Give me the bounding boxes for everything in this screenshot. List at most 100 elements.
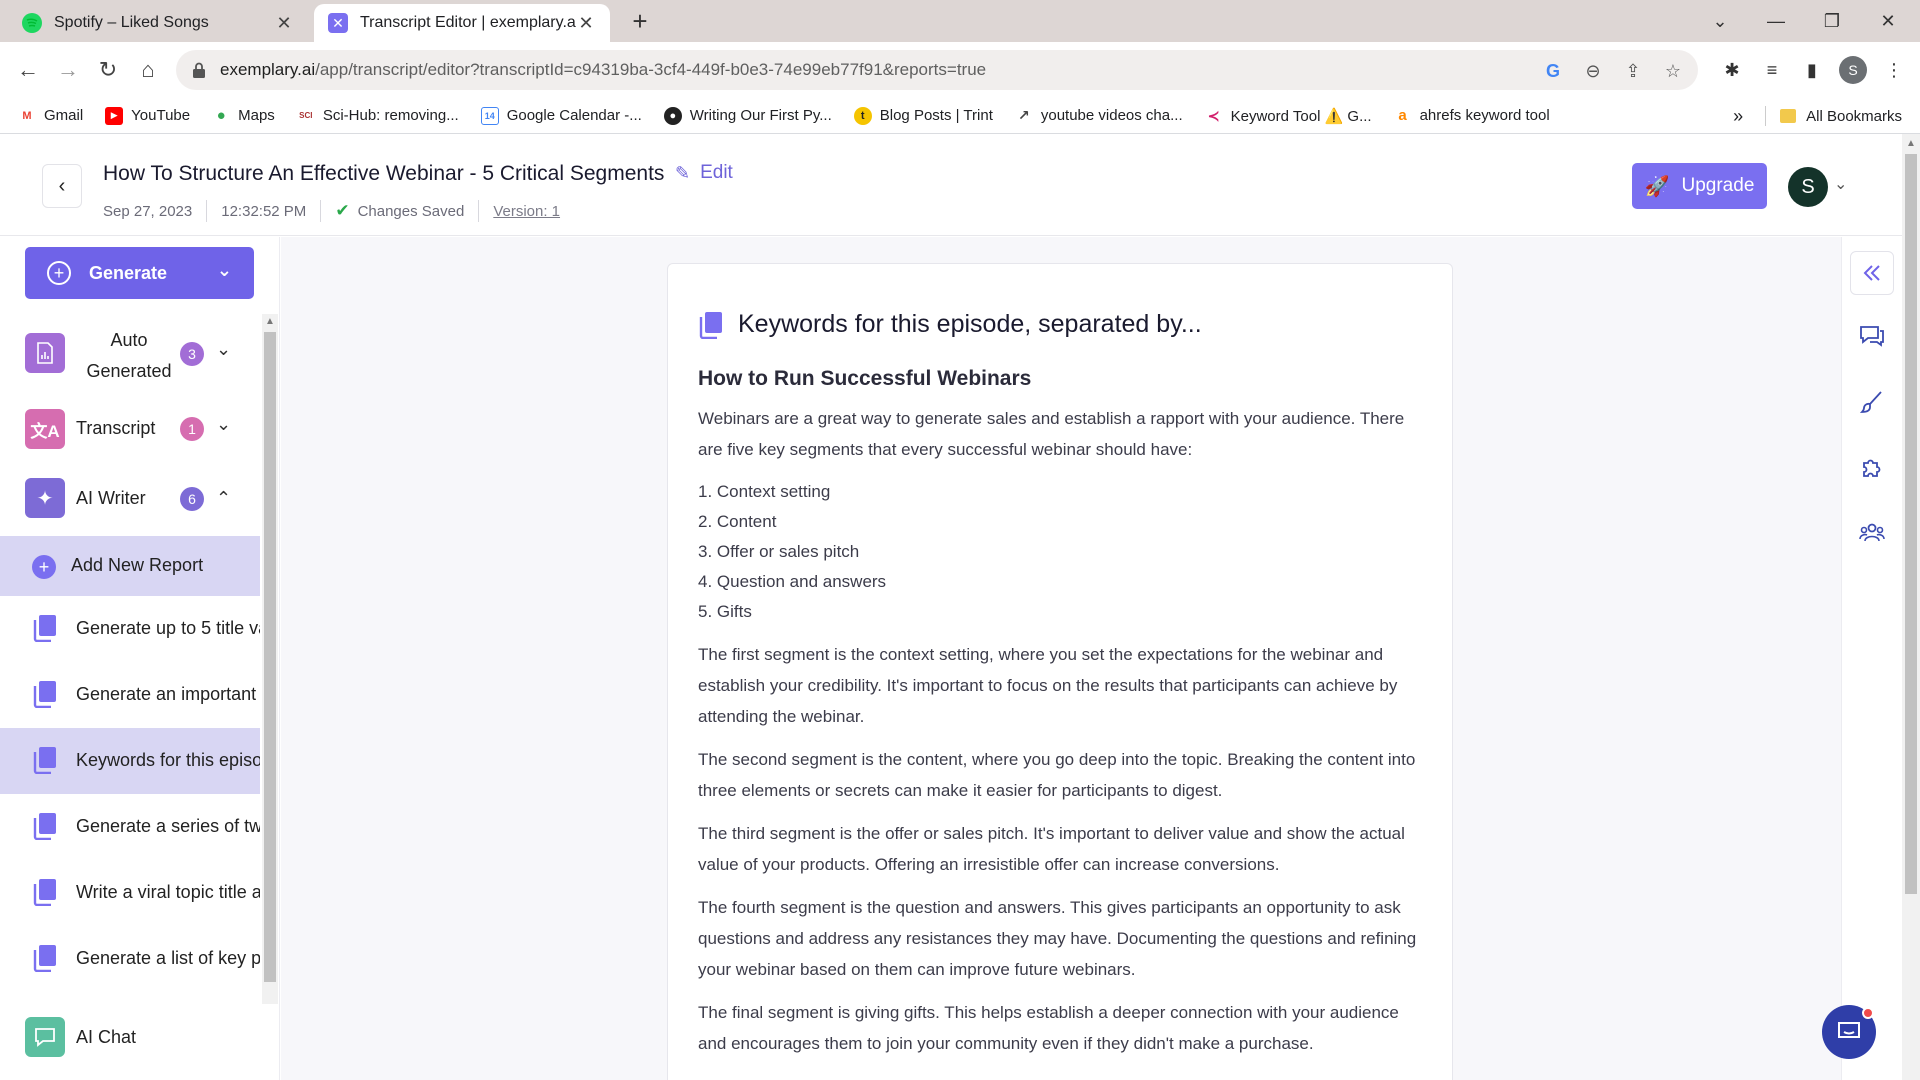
add-new-report-button[interactable]: + Add New Report xyxy=(0,536,260,596)
bookmark-keyword-tool[interactable]: ≺ Keyword Tool ⚠️ G... xyxy=(1205,107,1371,125)
report-item[interactable]: Generate an important xyxy=(0,662,260,728)
url-bar[interactable]: exemplary.ai/app/transcript/editor?trans… xyxy=(176,50,1698,90)
browser-menu-icon[interactable]: ⋮ xyxy=(1882,58,1906,82)
avatar[interactable]: S xyxy=(1788,167,1828,207)
close-tab-icon[interactable]: ✕ xyxy=(576,13,596,34)
divider xyxy=(478,200,480,222)
home-icon[interactable]: ⌂ xyxy=(130,52,166,88)
zoom-icon[interactable]: ⊖ xyxy=(1582,60,1604,82)
report-title: Keywords for this episode, separated by.… xyxy=(738,310,1202,338)
side-panel-icon[interactable]: ▮ xyxy=(1800,58,1824,82)
bookmark-gmail[interactable]: M Gmail xyxy=(18,107,83,125)
scrollbar-thumb[interactable] xyxy=(264,332,276,982)
address-toolbar: ← → ↻ ⌂ exemplary.ai/app/transcript/edit… xyxy=(0,42,1920,98)
chevron-up-icon[interactable]: ⌃ xyxy=(216,488,231,509)
report-paragraph: The fourth segment is the question and a… xyxy=(698,898,1417,979)
tab-search-icon[interactable]: ⌄ xyxy=(1692,0,1748,42)
minimize-icon[interactable]: — xyxy=(1748,0,1804,42)
chevron-down-icon[interactable]: ⌄ xyxy=(1834,174,1847,194)
lock-icon xyxy=(193,62,205,78)
bookmark-youtube-videos[interactable]: ↗ youtube videos cha... xyxy=(1015,107,1183,125)
document-date: Sep 27, 2023 xyxy=(103,202,193,220)
bookmark-writing-python[interactable]: ● Writing Our First Py... xyxy=(663,106,832,125)
right-tool-rail xyxy=(1841,237,1901,1080)
report-item-selected[interactable]: Keywords for this episode xyxy=(0,728,260,794)
chevron-down-icon[interactable]: ⌄ xyxy=(216,339,231,360)
all-bookmarks-link[interactable]: All Bookmarks xyxy=(1806,108,1902,125)
tab-spotify[interactable]: Spotify – Liked Songs ✕ xyxy=(8,4,308,42)
comments-icon xyxy=(1860,326,1884,347)
list-item: 1. Context setting xyxy=(698,482,831,501)
tab-title: Spotify – Liked Songs xyxy=(54,14,209,31)
report-item[interactable]: Generate a list of key p... xyxy=(0,926,260,992)
close-window-icon[interactable]: ✕ xyxy=(1860,0,1916,42)
restore-icon[interactable]: ❐ xyxy=(1804,0,1860,42)
support-chat-button[interactable] xyxy=(1822,1005,1876,1059)
team-button[interactable] xyxy=(1850,510,1894,554)
edit-title-button[interactable]: ✎ Edit xyxy=(675,162,733,184)
google-lens-icon[interactable]: G xyxy=(1542,60,1564,82)
tab-transcript-editor[interactable]: ✕ Transcript Editor | exemplary.ai ✕ xyxy=(314,4,610,42)
brush-button[interactable] xyxy=(1850,380,1894,424)
bookmarks-overflow-icon[interactable]: » xyxy=(1733,106,1743,127)
sidebar-item-transcript[interactable]: 文A Transcript 1 ⌄ xyxy=(0,394,260,464)
double-chevron-left-icon xyxy=(1863,265,1880,281)
editor-header: ‹ How To Structure An Effective Webinar … xyxy=(0,134,1902,236)
chevron-down-icon[interactable]: ⌄ xyxy=(217,260,232,281)
list-item: 5. Gifts xyxy=(698,602,752,621)
bookmark-trint[interactable]: t Blog Posts | Trint xyxy=(853,106,993,125)
forward-icon[interactable]: → xyxy=(50,52,86,88)
chevron-left-icon: ‹ xyxy=(58,174,66,197)
close-tab-icon[interactable]: ✕ xyxy=(274,13,294,34)
reading-list-icon[interactable]: ≡ xyxy=(1760,58,1784,82)
browser-profile-avatar[interactable]: S xyxy=(1839,56,1867,84)
reload-icon[interactable]: ↻ xyxy=(90,52,126,88)
bookmark-ahrefs[interactable]: a ahrefs keyword tool xyxy=(1394,107,1549,125)
report-item[interactable]: Generate a series of tweets xyxy=(0,794,260,860)
report-paragraph: The third segment is the offer or sales … xyxy=(698,824,1405,874)
count-badge: 3 xyxy=(180,342,204,366)
bookmark-star-icon[interactable]: ☆ xyxy=(1662,60,1684,82)
sidebar-item-ai-chat[interactable]: AI Chat xyxy=(0,1004,260,1070)
keyword-tool-icon: ≺ xyxy=(1207,107,1220,125)
bookmark-maps[interactable]: ● Maps xyxy=(212,107,275,125)
sidebar-item-auto-generated[interactable]: Auto Generated 3 ⌄ xyxy=(0,314,260,394)
report-label: Generate a list of key p... xyxy=(76,948,260,968)
chat-bubble-icon xyxy=(1838,1022,1860,1038)
report-item[interactable]: Write a viral topic title and xyxy=(0,860,260,926)
report-paragraph: The final segment is giving gifts. This … xyxy=(698,1003,1399,1053)
scrollbar-thumb[interactable] xyxy=(1905,154,1917,894)
bookmark-youtube[interactable]: ▶ YouTube xyxy=(105,106,190,125)
upgrade-button[interactable]: 🚀 Upgrade xyxy=(1632,163,1767,209)
tab-title: Transcript Editor | exemplary.ai xyxy=(360,14,576,31)
sidebar-item-ai-writer[interactable]: ✦ AI Writer 6 ⌃ xyxy=(0,464,260,534)
version-link[interactable]: Version: 1 xyxy=(493,203,560,220)
calendar-icon: 14 xyxy=(480,106,499,125)
share-icon[interactable]: ⇪ xyxy=(1622,60,1644,82)
collapse-panel-button[interactable] xyxy=(1850,251,1894,295)
scroll-up-icon[interactable]: ▲ xyxy=(265,316,275,327)
comments-button[interactable] xyxy=(1850,314,1894,358)
save-status: Changes Saved xyxy=(357,202,465,220)
folder-icon xyxy=(1780,109,1797,123)
back-button[interactable]: ‹ xyxy=(42,164,82,208)
scroll-up-icon[interactable]: ▲ xyxy=(1906,138,1916,149)
page-scrollbar[interactable]: ▲ xyxy=(1902,134,1920,1080)
bookmark-google-calendar[interactable]: 14 Google Calendar -... xyxy=(480,106,642,125)
ahrefs-icon: a xyxy=(1398,107,1407,124)
sidebar-scrollbar[interactable]: ▲ xyxy=(262,314,278,1004)
extensions-icon[interactable]: ✱ xyxy=(1720,58,1744,82)
report-chart-icon xyxy=(25,333,65,373)
medium-icon: ● xyxy=(663,106,682,125)
chevron-down-icon[interactable]: ⌄ xyxy=(216,414,231,435)
generate-button[interactable]: + Generate ⌄ xyxy=(25,247,254,299)
back-icon[interactable]: ← xyxy=(10,52,46,88)
integrations-button[interactable] xyxy=(1850,445,1894,489)
new-tab-button[interactable]: + xyxy=(624,6,656,38)
divider xyxy=(320,200,322,222)
divider xyxy=(1765,106,1767,126)
trint-icon: t xyxy=(853,106,872,125)
report-item[interactable]: Generate up to 5 title variations xyxy=(0,596,260,662)
bookmark-scihub[interactable]: SCI Sci-Hub: removing... xyxy=(297,107,459,125)
list-item: 4. Question and answers xyxy=(698,572,887,591)
